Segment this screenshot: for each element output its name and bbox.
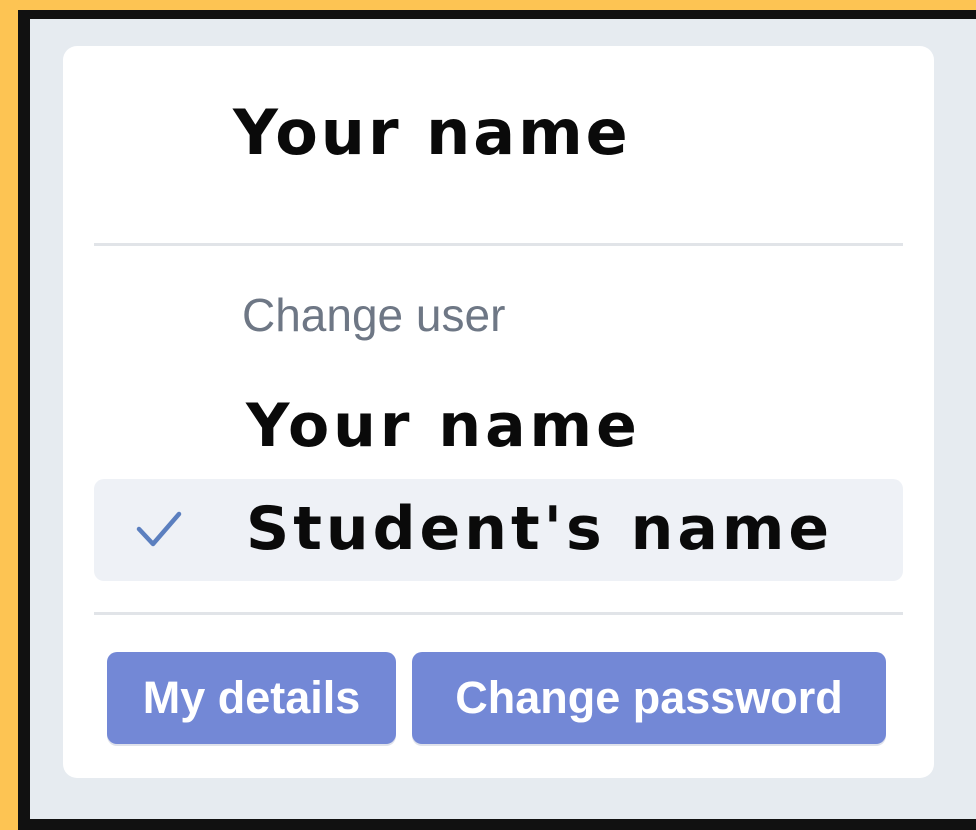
user-option-label: Student's name: [246, 494, 834, 564]
change-password-button[interactable]: Change password: [412, 652, 886, 744]
user-option-your-name[interactable]: Your name: [94, 376, 903, 478]
my-details-button[interactable]: My details: [107, 652, 396, 744]
user-option-label: Your name: [246, 391, 641, 461]
divider-bottom: [94, 612, 903, 615]
user-option-student-name[interactable]: Student's name: [94, 479, 903, 581]
check-icon: [136, 511, 182, 547]
current-user-name: Your name: [233, 96, 631, 169]
user-menu-card: Your name Change user Your name Student'…: [63, 46, 934, 778]
change-user-label: Change user: [242, 289, 506, 341]
divider-top: [94, 243, 903, 246]
